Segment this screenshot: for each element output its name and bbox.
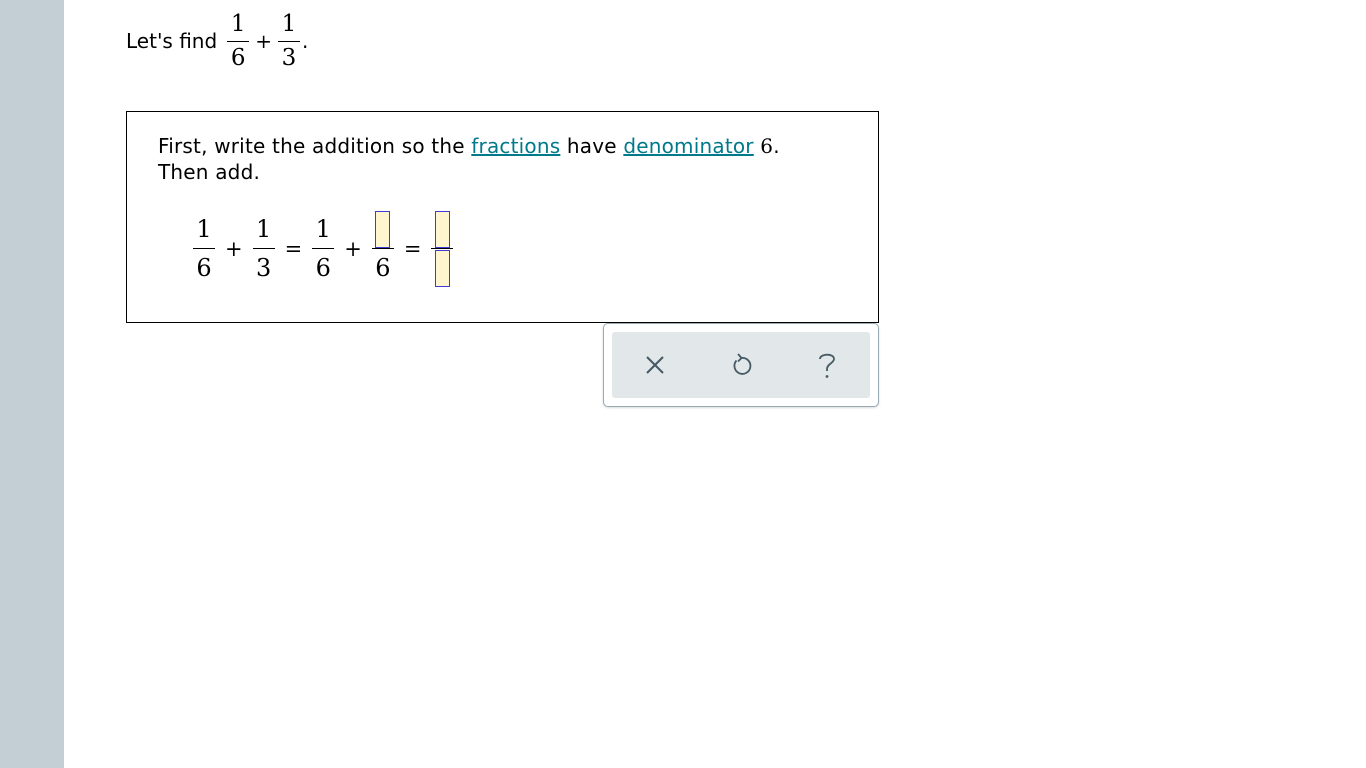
instruction-period: . [773,134,780,158]
prompt-fraction-one-third: 1 3 [277,10,300,71]
answer-toolbar-inner [612,332,870,398]
fraction-denominator: 3 [255,254,272,282]
fraction-numerator: 1 [281,10,297,37]
undo-button[interactable] [721,345,761,385]
fraction-equation: 1 6 + 1 3 = 1 6 + 6 = [193,210,454,287]
instruction-text: First, write the addition so the [158,134,472,158]
fraction-denominator: 6 [315,254,331,282]
target-denominator: 6 [760,134,774,158]
fraction-numerator-slot [373,210,392,248]
denominator-glossary-link[interactable]: denominator [623,134,753,158]
plus-operator: + [225,236,243,261]
instruction-text: have [560,134,624,158]
fraction-numerator: 1 [315,215,331,243]
plus-operator: + [255,29,272,53]
plus-operator: + [344,236,362,261]
step-instructions: First, write the addition so the fractio… [158,133,780,185]
result-denominator-answer-box[interactable] [434,249,450,287]
result-denominator-slot [433,249,452,287]
equation-term-rewritten-one-sixth: 1 6 [312,215,335,282]
fraction-numerator: 1 [255,215,272,243]
undo-icon [733,353,752,375]
answer-toolbar [603,323,879,407]
instruction-line-2: Then add. [158,160,261,184]
fraction-denominator: 3 [281,44,297,71]
numerator-answer-box[interactable] [375,210,391,248]
x-icon [646,356,664,374]
help-button[interactable] [807,345,847,385]
equation-result-fraction [431,210,454,287]
problem-prompt: Let's find 1 6 + 1 3 . [126,8,308,74]
instruction-line-1: First, write the addition so the fractio… [158,133,780,159]
question-mark-icon [819,353,835,378]
step-panel: First, write the addition so the fractio… [126,111,879,323]
result-numerator-answer-box[interactable] [434,210,450,248]
left-sidebar-rail [0,0,64,768]
fraction-denominator: 6 [196,254,212,282]
equals-operator: = [284,236,303,261]
fraction-denominator: 6 [230,44,246,71]
equation-term-one-third: 1 3 [252,215,275,282]
clear-button[interactable] [635,345,675,385]
equation-term-rewritten-third: 6 [371,210,394,282]
result-numerator-slot [433,210,452,248]
fractions-glossary-link[interactable]: fractions [471,134,560,158]
fraction-numerator: 1 [196,215,212,243]
prompt-fraction-one-sixth: 1 6 [227,10,250,71]
prompt-lead-text: Let's find [126,29,218,53]
fraction-numerator: 1 [230,10,246,37]
equals-operator: = [403,236,422,261]
equation-term-one-sixth: 1 6 [193,215,215,282]
prompt-period: . [301,29,309,53]
fraction-denominator: 6 [375,254,391,282]
